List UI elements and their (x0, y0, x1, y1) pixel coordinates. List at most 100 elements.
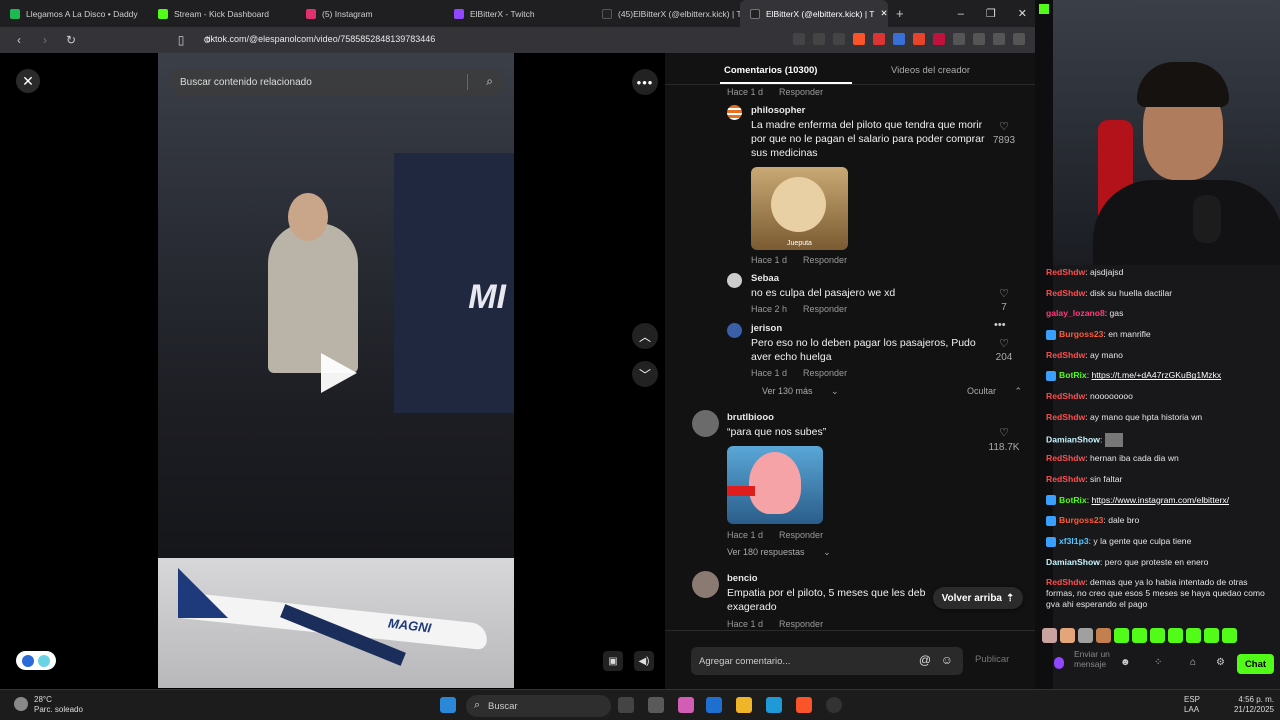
more-options-icon[interactable]: ••• (632, 69, 658, 95)
chat-link[interactable]: https://t.me/+dA47rzGKuBg1Mzkx (1091, 370, 1221, 380)
tab-spotify[interactable]: Llegamos A La Disco • Daddy (0, 0, 148, 27)
extension-icon[interactable] (913, 33, 925, 45)
language-indicator[interactable]: ESP LAA (1184, 695, 1200, 715)
chat-username[interactable]: RedShdw (1046, 391, 1085, 401)
edge-icon[interactable] (766, 697, 782, 713)
minimize-button[interactable]: – (958, 8, 964, 20)
chat-username[interactable]: BotRix (1059, 370, 1087, 380)
store-icon[interactable] (706, 697, 722, 713)
bookmark-icon[interactable]: ▯ (174, 33, 188, 47)
brave-shield-icon[interactable] (853, 33, 865, 45)
avatar[interactable] (727, 323, 742, 338)
brave-icon[interactable] (796, 697, 812, 713)
chat-username[interactable]: RedShdw (1046, 577, 1085, 587)
tab-twitch[interactable]: ElBitterX - Twitch (444, 0, 592, 27)
emote-icon[interactable] (1042, 628, 1057, 643)
comment-more-icon[interactable]: ••• (994, 319, 1006, 331)
chat-send-button[interactable]: Chat (1237, 654, 1274, 674)
emote-icon[interactable] (1078, 628, 1093, 643)
users-icon[interactable]: ⁘ (1154, 657, 1162, 668)
related-search-input[interactable]: Buscar contenido relacionado ⌕ (170, 69, 503, 95)
avatar[interactable] (727, 105, 742, 120)
emote-icon[interactable] (1150, 628, 1165, 643)
avatar[interactable] (692, 571, 719, 598)
emote-icon[interactable] (1168, 628, 1183, 643)
chat-username[interactable]: DamianShow (1046, 557, 1100, 567)
tab-instagram[interactable]: (5) Instagram (296, 0, 444, 27)
comment-username[interactable]: Sebaa (751, 273, 779, 284)
view-more-replies[interactable]: Ver 130 más ⌄ (762, 386, 839, 397)
new-tab-button[interactable]: + (896, 6, 904, 21)
emoji-icon[interactable]: ☻ (1120, 657, 1131, 668)
hide-replies[interactable]: Ocultar ⌃ (967, 386, 1022, 397)
comment-sticker[interactable] (727, 446, 823, 524)
chat-link[interactable]: https://www.instagram.com/elbitterx/ (1091, 495, 1229, 505)
chat-username[interactable]: RedShdw (1046, 474, 1085, 484)
comment-sticker[interactable]: Jueputa (751, 167, 848, 250)
mention-icon[interactable]: @ (919, 653, 931, 667)
chat-username[interactable]: RedShdw (1046, 412, 1085, 422)
comment-username[interactable]: brutlbiooo (727, 412, 774, 423)
forward-icon[interactable]: › (38, 33, 52, 47)
tab-comments[interactable]: Comentarios (10300) (724, 65, 817, 76)
snipping-tool-icon[interactable] (648, 697, 664, 713)
avatar[interactable] (727, 273, 742, 288)
reply-link[interactable]: Responder (779, 530, 823, 540)
comment-username[interactable]: jerison (751, 323, 782, 334)
like-icon[interactable]: ♡ (989, 426, 1019, 439)
tab-creator-videos[interactable]: Videos del creador (891, 65, 970, 76)
chat-username[interactable]: RedShdw (1046, 288, 1085, 298)
previous-video-button[interactable]: ︿ (632, 323, 658, 349)
reply-link[interactable]: Responder (779, 87, 823, 97)
next-video-button[interactable]: ﹀ (632, 361, 658, 387)
close-icon[interactable]: ✕ (16, 69, 40, 93)
emoji-icon[interactable]: ☺ (941, 653, 953, 667)
publish-button[interactable]: Publicar (975, 654, 1009, 665)
file-explorer-icon[interactable] (736, 697, 752, 713)
clock[interactable]: 4:56 p. m. 21/12/2025 (1234, 695, 1274, 715)
chat-username[interactable]: RedShdw (1046, 453, 1085, 463)
extension-icon[interactable] (833, 33, 845, 45)
tab-tiktok-1[interactable]: (45)ElBitterX (@elbitterx.kick) | Ti (592, 0, 740, 27)
like-icon[interactable]: ♡ (989, 120, 1019, 133)
url-field[interactable]: tiktok.com/@elespanolcom/video/758585284… (206, 34, 435, 44)
back-icon[interactable]: ‹ (12, 33, 26, 47)
emote-icon[interactable] (1204, 628, 1219, 643)
close-window-button[interactable]: ✕ (1018, 7, 1027, 20)
reply-link[interactable]: Responder (803, 368, 847, 378)
windows-start-icon[interactable] (440, 697, 456, 713)
extension-icon[interactable] (793, 33, 805, 45)
menu-icon[interactable] (1013, 33, 1025, 45)
captions-icon[interactable]: ▣ (603, 651, 623, 671)
comment-username[interactable]: bencio (727, 573, 758, 584)
taskbar-search[interactable]: ⌕ Buscar (466, 695, 611, 717)
chat-username[interactable]: BotRix (1059, 495, 1087, 505)
chat-username[interactable]: xf3l1p3 (1059, 536, 1089, 546)
emote-icon[interactable] (1060, 628, 1075, 643)
floating-widget[interactable] (16, 651, 56, 670)
store-icon[interactable]: ⌂ (1190, 657, 1196, 668)
add-comment-input[interactable]: Agregar comentario... @ ☺ (691, 647, 963, 675)
tab-kick-dashboard[interactable]: Stream - Kick Dashboard (148, 0, 296, 27)
ad-image[interactable]: MAGNI (158, 558, 514, 688)
chat-username[interactable]: DamianShow (1046, 434, 1100, 444)
chat-username[interactable]: Burgoss23 (1059, 329, 1103, 339)
obs-icon[interactable] (826, 697, 842, 713)
settings-icon[interactable]: ⚙ (1216, 657, 1225, 668)
task-view-icon[interactable] (618, 697, 634, 713)
emote-icon[interactable] (1132, 628, 1147, 643)
comment-username[interactable]: philosopher (751, 105, 805, 116)
reload-icon[interactable]: ↻ (64, 33, 78, 47)
chat-message-input[interactable]: Enviar un mensaje (1074, 649, 1122, 669)
microphone-icon[interactable] (1054, 657, 1064, 669)
tab-tiktok-active[interactable]: ElBitterX (@elbitterx.kick) | T ✕ (740, 0, 888, 27)
chat-username[interactable]: RedShdw (1046, 350, 1085, 360)
volume-icon[interactable]: ◀) (634, 651, 654, 671)
avatar[interactable] (692, 410, 719, 437)
like-icon[interactable]: ♡ (989, 337, 1019, 350)
view-replies[interactable]: Ver 180 respuestas ⌄ (727, 547, 831, 558)
play-icon[interactable] (321, 353, 357, 393)
emote-icon[interactable] (1186, 628, 1201, 643)
sidebar-icon[interactable] (973, 33, 985, 45)
search-icon[interactable]: ⌕ (486, 74, 493, 89)
